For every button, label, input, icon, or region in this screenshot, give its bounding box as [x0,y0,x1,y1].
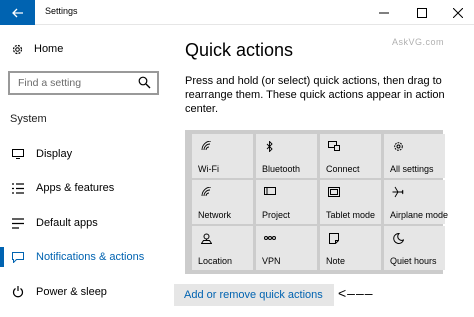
tile-label: Tablet mode [326,210,376,220]
quick-action-connect[interactable]: Connect [320,134,381,178]
home-link[interactable]: Home [10,41,63,57]
display-icon [11,149,25,159]
sidebar-item-display[interactable]: Display [0,144,166,164]
maximize-icon [417,7,427,18]
sidebar-item-label: Power & sleep [36,286,107,298]
default-apps-icon [11,217,25,229]
add-remove-quick-actions-link[interactable]: Add or remove quick actions [174,284,334,306]
sidebar-item-label: Notifications & actions [36,251,145,263]
sidebar-item-apps-features[interactable]: Apps & features [0,178,166,198]
quick-action-project[interactable]: Project [256,180,317,224]
quick-action-note[interactable]: Note [320,226,381,270]
sidebar-item-label: Default apps [36,217,98,229]
location-icon [200,232,212,244]
close-icon [453,7,463,18]
close-button[interactable] [440,0,474,25]
quick-action-network[interactable]: Network [192,180,253,224]
home-label: Home [34,43,64,55]
sidebar-item-notifications-actions[interactable]: Notifications & actions [0,247,166,267]
connect-icon [328,140,340,152]
back-button[interactable] [0,0,35,25]
airplane-icon [392,186,404,198]
page-title: Quick actions [185,40,294,60]
tile-label: Quiet hours [390,256,437,266]
sidebar-item-label: Display [36,148,73,160]
gear-icon [392,140,404,152]
tile-label: All settings [390,164,434,174]
power-icon [11,286,25,298]
gear-icon [10,43,24,56]
tile-label: Project [262,210,291,220]
arrow-annotation: <––– [338,285,374,301]
quick-action-bluetooth[interactable]: Bluetooth [256,134,317,178]
note-icon [328,232,340,244]
tile-label: Bluetooth [262,164,301,174]
sidebar: Home System Display Apps & features Defa… [0,25,166,317]
minimize-icon [379,12,389,13]
window-title: Settings [45,6,78,16]
notifications-icon [11,251,25,263]
watermark: AskVG.com [392,37,445,47]
sidebar-item-default-apps[interactable]: Default apps [0,213,166,233]
apps-list-icon [11,182,25,194]
tile-label: Note [326,256,346,266]
title-bar: Settings [0,0,474,25]
wifi-icon [200,140,212,152]
search-icon[interactable] [138,76,151,94]
search-input[interactable] [10,73,130,93]
search-box[interactable] [8,71,159,95]
sidebar-item-power-sleep[interactable]: Power & sleep [0,282,166,302]
tile-label: Location [198,256,233,266]
network-icon [200,186,212,198]
quick-action-all-settings[interactable]: All settings [384,134,445,178]
quick-actions-grid: Wi-Fi Bluetooth Connect All settings Net… [185,130,449,274]
quick-action-wifi[interactable]: Wi-Fi [192,134,253,178]
quick-action-quiet-hours[interactable]: Quiet hours [384,226,445,270]
back-arrow-icon [11,8,23,17]
tile-label: Airplane mode [390,210,449,220]
quick-action-tablet-mode[interactable]: Tablet mode [320,180,381,224]
tile-label: Connect [326,164,360,174]
sidebar-item-label: Apps & features [36,182,115,194]
tile-label: VPN [262,256,281,266]
vpn-icon [264,232,276,244]
moon-icon [392,232,404,244]
tablet-mode-icon [328,186,340,198]
quick-action-airplane-mode[interactable]: Airplane mode [384,180,449,224]
page-description: Press and hold (or select) quick actions… [185,75,445,115]
tile-label: Network [198,210,232,220]
minimize-button[interactable] [366,0,402,25]
project-icon [264,186,276,198]
tile-label: Wi-Fi [198,164,219,174]
quick-action-location[interactable]: Location [192,226,253,270]
section-label: System [10,113,47,125]
maximize-button[interactable] [404,0,440,25]
quick-action-vpn[interactable]: VPN [256,226,317,270]
bluetooth-icon [264,140,276,152]
